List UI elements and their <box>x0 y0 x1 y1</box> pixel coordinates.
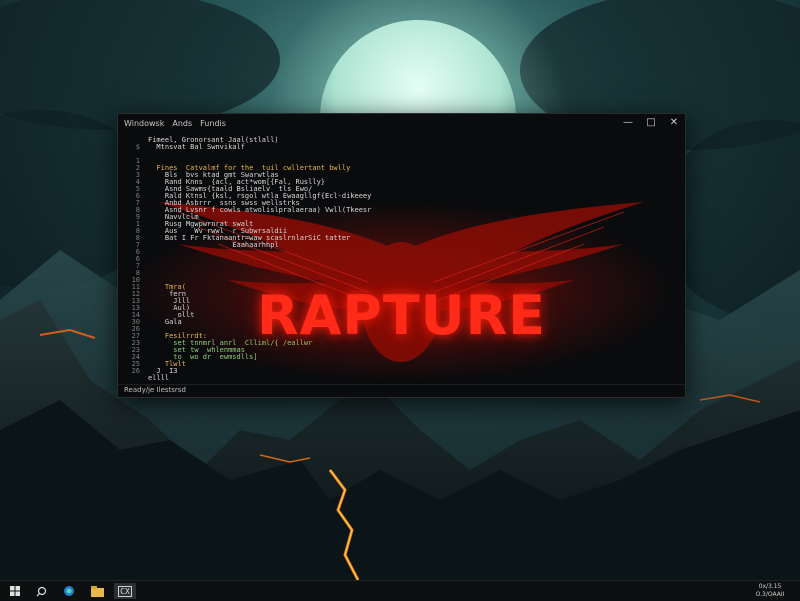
menu-item-functions[interactable]: Fundis <box>200 119 226 128</box>
code-editor[interactable]: Fimeel, Gronorsant Jaal(stlall) $ Mtnsvat… <box>118 132 685 384</box>
menu-item-edit[interactable]: Ands <box>172 119 192 128</box>
terminal-icon[interactable]: CX <box>114 583 136 599</box>
line-number <box>118 373 140 383</box>
windows-icon[interactable] <box>4 583 26 599</box>
code-line: ellll <box>148 374 170 382</box>
clock-date: O.3/OAAII <box>755 591 785 598</box>
taskbar: CX 0x/3.15 O.3/OAAII <box>0 580 800 601</box>
maximize-icon[interactable]: □ <box>639 114 663 132</box>
close-icon[interactable]: ✕ <box>662 114 685 132</box>
terminal-titlebar[interactable]: Windowsk Ands Fundis — □ ✕ <box>118 114 685 132</box>
minimize-icon[interactable]: — <box>616 114 640 132</box>
search-icon[interactable] <box>30 583 52 599</box>
menu-item-window[interactable]: Windowsk <box>124 119 164 128</box>
code-line: Gala <box>148 318 182 326</box>
file-explorer-icon[interactable] <box>86 583 108 599</box>
clock-time: 0x/3.15 <box>758 583 782 590</box>
terminal-window[interactable]: Windowsk Ands Fundis — □ ✕ Fimeel, Grono… <box>117 113 686 398</box>
code-line: Eaahaarhhpl <box>148 241 279 249</box>
code-line: Mtnsvat Bal Swnvikalf <box>148 143 245 151</box>
terminal-taskbar-label: CX <box>118 585 132 597</box>
rapture-logo-text: RAPTURE <box>256 284 547 347</box>
status-text: Ready/je Ilestsrsd <box>124 386 186 394</box>
edge-icon[interactable] <box>58 583 80 599</box>
system-clock[interactable]: 0x/3.15 O.3/OAAII <box>744 583 796 599</box>
terminal-statusbar: Ready/je Ilestsrsd <box>118 384 685 397</box>
